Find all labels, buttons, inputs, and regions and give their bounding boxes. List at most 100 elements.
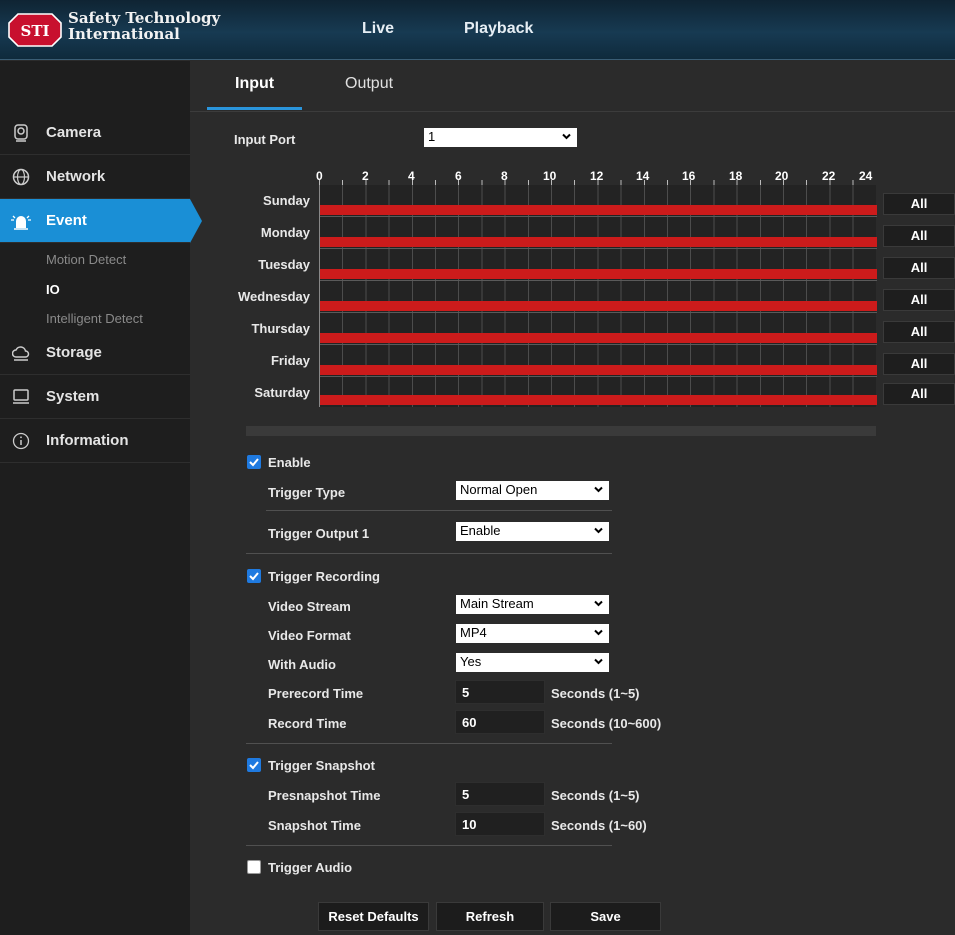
row-divider	[320, 280, 877, 281]
trigger-type-value: Normal Open	[460, 482, 538, 497]
checkmark-icon	[249, 458, 259, 467]
brand-line-2: International	[68, 25, 180, 43]
presnapshot-time-input[interactable]: 5	[455, 782, 545, 806]
day-label: Wednesday	[237, 289, 310, 304]
cloud-icon	[12, 346, 30, 361]
schedule-grid[interactable]	[319, 185, 877, 407]
info-icon	[12, 432, 30, 450]
video-format-select[interactable]: MP4	[456, 624, 609, 643]
divider	[246, 845, 612, 846]
with-audio-select[interactable]: Yes	[456, 653, 609, 672]
all-button-sunday[interactable]: All	[883, 193, 955, 215]
reset-defaults-button[interactable]: Reset Defaults	[318, 902, 429, 931]
schedule-bar-friday[interactable]	[320, 365, 877, 375]
all-button-thursday[interactable]: All	[883, 321, 955, 343]
sti-logo: STI	[8, 13, 62, 47]
alarm-icon	[11, 215, 31, 230]
video-stream-label: Video Stream	[268, 599, 351, 614]
day-label: Friday	[270, 353, 310, 368]
tab-output[interactable]: Output	[345, 75, 393, 93]
logo-text: STI	[20, 22, 49, 40]
presnapshot-time-unit: Seconds (1~5)	[551, 788, 640, 803]
video-format-label: Video Format	[268, 628, 351, 643]
prerecord-time-label: Prerecord Time	[268, 686, 364, 701]
save-button[interactable]: Save	[550, 902, 661, 931]
chevron-down-icon	[594, 486, 603, 493]
sidebar-item-label: Event	[46, 212, 87, 229]
record-time-input[interactable]: 60	[455, 710, 545, 734]
tab-input[interactable]: Input	[235, 75, 274, 93]
all-button-wednesday[interactable]: All	[883, 289, 955, 311]
sidebar-subitem-io[interactable]: IO	[46, 282, 60, 297]
chevron-down-icon	[594, 658, 603, 665]
sidebar-item-label: Network	[46, 168, 106, 185]
sidebar-item-label: Information	[46, 432, 129, 449]
chevron-down-icon	[594, 600, 603, 607]
schedule-bar-wednesday[interactable]	[320, 301, 877, 311]
sidebar-item-system[interactable]: System	[0, 375, 190, 419]
video-stream-value: Main Stream	[460, 596, 534, 611]
day-label: Sunday	[263, 193, 310, 208]
trigger-type-label: Trigger Type	[268, 485, 346, 500]
camera-icon	[14, 124, 28, 142]
monitor-icon	[13, 389, 29, 404]
input-port-value: 1	[428, 129, 436, 144]
sidebar-item-network[interactable]: Network	[0, 155, 190, 199]
sidebar-item-camera[interactable]: Camera	[0, 111, 190, 155]
schedule-bar-monday[interactable]	[320, 237, 877, 247]
all-button-friday[interactable]: All	[883, 353, 955, 375]
schedule-bar-sunday[interactable]	[320, 205, 877, 215]
brand-name: Safety Technology International	[68, 10, 220, 42]
trigger-output-value: Enable	[460, 523, 501, 538]
video-format-value: MP4	[460, 625, 487, 640]
video-stream-select[interactable]: Main Stream	[456, 595, 609, 614]
row-divider	[320, 376, 877, 377]
enable-checkbox[interactable]	[247, 455, 261, 469]
trigger-snapshot-label: Trigger Snapshot	[268, 758, 375, 773]
divider	[246, 743, 612, 744]
record-time-unit: Seconds (10~600)	[551, 716, 662, 731]
sidebar-item-label: System	[46, 388, 100, 405]
nav-playback[interactable]: Playback	[464, 20, 533, 38]
sidebar-subitem-intelligent-detect[interactable]: Intelligent Detect	[46, 311, 143, 326]
sidebar-item-information[interactable]: Information	[0, 419, 190, 463]
record-time-label: Record Time	[268, 716, 347, 731]
sidebar-item-storage[interactable]: Storage	[0, 331, 190, 375]
brand-line-1: Safety Technology	[68, 9, 221, 27]
with-audio-label: With Audio	[268, 657, 336, 672]
sidebar-subitem-motion-detect[interactable]: Motion Detect	[46, 252, 126, 267]
all-button-tuesday[interactable]: All	[883, 257, 955, 279]
day-label: Monday	[260, 225, 310, 240]
nav-live[interactable]: Live	[362, 20, 394, 38]
schedule-bar-tuesday[interactable]	[320, 269, 877, 279]
section-separator	[246, 426, 876, 436]
all-button-saturday[interactable]: All	[883, 383, 955, 405]
input-port-select[interactable]: 1	[424, 128, 577, 147]
trigger-output-select[interactable]: Enable	[456, 522, 609, 541]
trigger-type-select[interactable]: Normal Open	[456, 481, 609, 500]
sidebar: Camera Network Event Motion Detect IO In…	[0, 61, 202, 935]
trigger-audio-checkbox[interactable]	[247, 860, 261, 874]
trigger-recording-label: Trigger Recording	[268, 569, 380, 584]
day-label: Thursday	[251, 321, 310, 336]
prerecord-time-input[interactable]: 5	[455, 680, 545, 704]
divider	[266, 510, 612, 511]
tab-divider	[190, 111, 955, 112]
sidebar-item-event[interactable]: Event	[0, 199, 202, 243]
schedule-bar-saturday[interactable]	[320, 395, 877, 405]
chevron-down-icon	[562, 133, 571, 140]
all-button-monday[interactable]: All	[883, 225, 955, 247]
row-divider	[320, 312, 877, 313]
checkmark-icon	[249, 572, 259, 581]
trigger-audio-label: Trigger Audio	[268, 860, 353, 875]
checkmark-icon	[249, 761, 259, 770]
sidebar-item-label: Storage	[46, 344, 102, 361]
chevron-down-icon	[594, 629, 603, 636]
schedule-bar-thursday[interactable]	[320, 333, 877, 343]
globe-icon	[12, 168, 30, 186]
refresh-button[interactable]: Refresh	[436, 902, 544, 931]
snapshot-time-unit: Seconds (1~60)	[551, 818, 647, 833]
snapshot-time-input[interactable]: 10	[455, 812, 545, 836]
trigger-snapshot-checkbox[interactable]	[247, 758, 261, 772]
trigger-recording-checkbox[interactable]	[247, 569, 261, 583]
